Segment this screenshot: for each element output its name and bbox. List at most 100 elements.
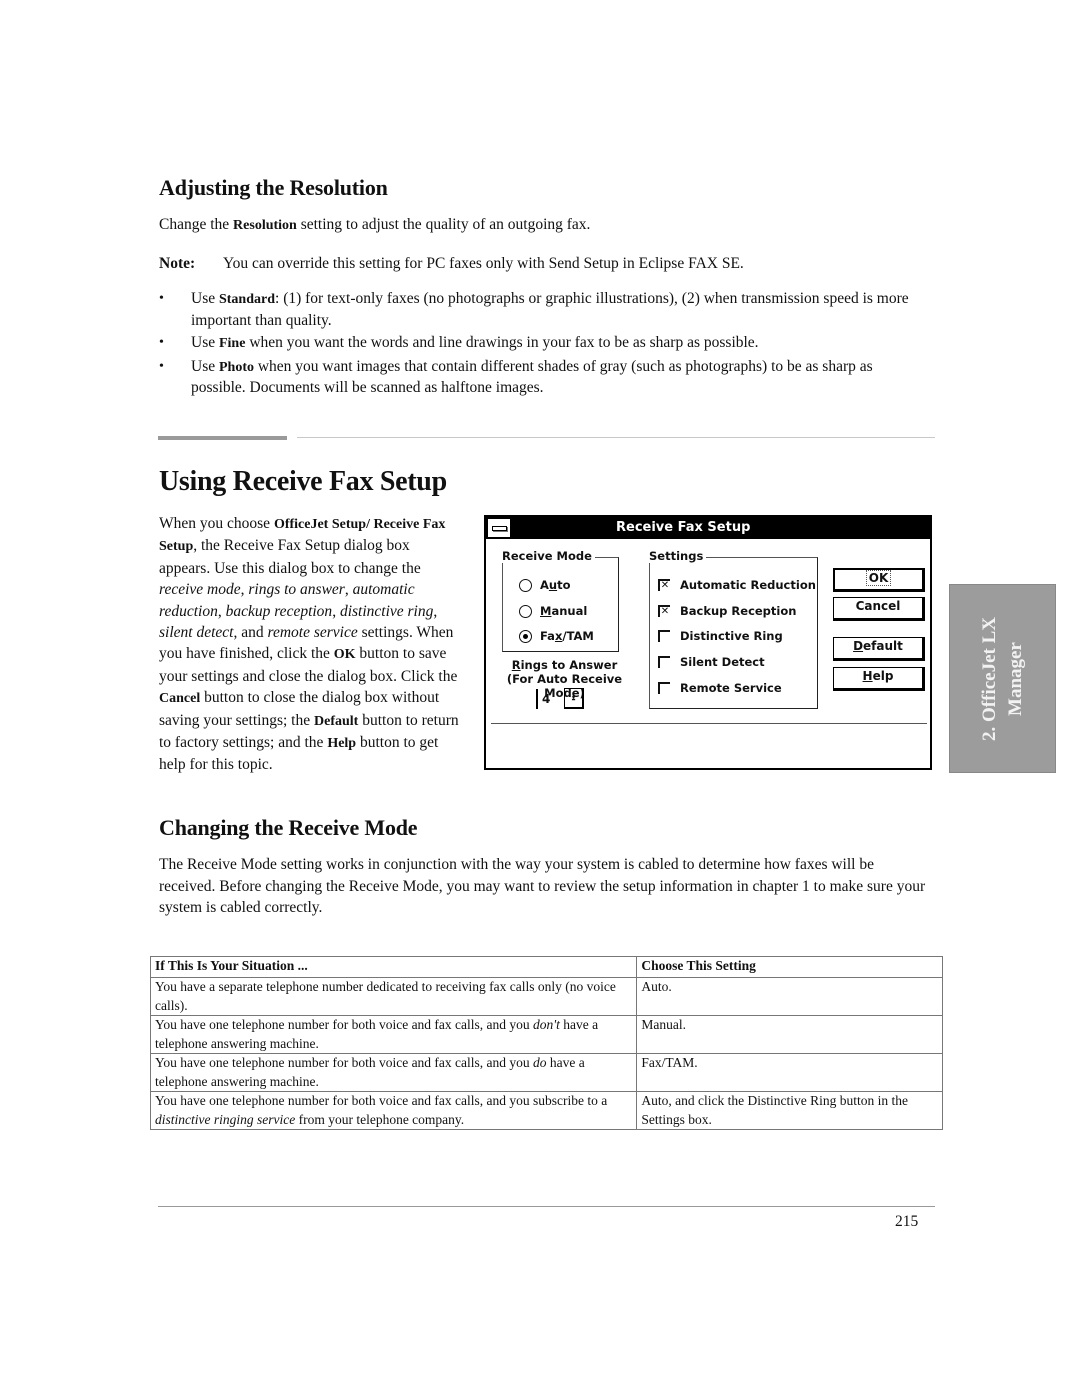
checkbox-checked-icon: ✕ <box>658 579 670 591</box>
receive-mode-paragraph: The Receive Mode setting works in conjun… <box>159 856 926 916</box>
italic-term: silent detect <box>159 624 234 642</box>
default-button[interactable]: Default <box>833 637 925 661</box>
cancel-button[interactable]: Cancel <box>833 597 925 621</box>
settings-group: Settings ✕ Automatic Reduction ✕ Backup … <box>649 549 818 709</box>
checkbox-label: Distinctive Ring <box>680 629 783 643</box>
section-heading-receive-mode: Changing the Receive Mode <box>159 815 418 840</box>
text: , <box>344 581 353 599</box>
ok-button[interactable]: OK <box>833 568 925 592</box>
text: Use <box>191 334 219 351</box>
column-header-situation: If This Is Your Situation ... <box>149 956 638 978</box>
setting-cell: Auto. <box>636 977 943 1016</box>
cancel-label: Cancel <box>855 599 901 613</box>
text: When you choose <box>159 515 274 532</box>
resolution-bullet-list: • Use Standard: (1) for text-only faxes (… <box>159 289 919 401</box>
text: when you want the words and line drawing… <box>245 334 759 351</box>
text: when you want images that contain differ… <box>191 357 873 397</box>
bold-term: Help <box>327 736 357 752</box>
situation-table: If This Is Your Situation ... Choose Thi… <box>149 956 943 1130</box>
chapter-tab: 2. OfficeJet LX Manager <box>949 584 1056 773</box>
page-number: 215 <box>895 1213 919 1230</box>
text: , <box>433 602 438 620</box>
checkbox-icon <box>658 656 670 668</box>
radio-fax-tam[interactable]: Fax/TAM <box>519 629 594 643</box>
column-header-setting: Choose This Setting <box>636 956 943 978</box>
help-label: Help <box>862 669 894 683</box>
bullet-icon: • <box>159 291 164 306</box>
resolution-intro: Change the Resolution setting to adjust … <box>159 214 939 236</box>
italic-term: remote service <box>267 624 358 642</box>
text: , <box>217 602 226 620</box>
situation-cell: You have one telephone number for both v… <box>149 1015 638 1054</box>
setting-cell: Auto, and click the Distinctive Ring but… <box>636 1091 943 1130</box>
checkbox-icon <box>658 682 670 694</box>
footer-rule <box>158 1206 935 1207</box>
radio-manual[interactable]: Manual <box>519 604 587 618</box>
ok-label: OK <box>865 570 892 586</box>
text: Change the <box>159 216 234 233</box>
checkbox-label: Backup Reception <box>680 604 797 618</box>
bullet-icon: • <box>159 335 164 350</box>
checkbox-silent-detect[interactable]: Silent Detect <box>658 655 765 669</box>
checkbox-distinctive-ring[interactable]: Distinctive Ring <box>658 629 783 643</box>
setting-cell: Fax/TAM. <box>636 1053 943 1092</box>
chapter-tab-label: 2. OfficeJet LX Manager <box>977 617 1029 741</box>
section-heading-resolution: Adjusting the Resolution <box>159 175 388 200</box>
chapter-tab-line1: 2. OfficeJet LX <box>978 616 1000 741</box>
section-heading-receive-fax-setup: Using Receive Fax Setup <box>159 466 447 497</box>
dialog-titlebar[interactable]: Receive Fax Setup <box>486 517 930 539</box>
text: , the Receive Fax Setup dialog box appea… <box>159 537 421 577</box>
checkbox-remote-service[interactable]: Remote Service <box>658 681 782 695</box>
text: : (1) for text-only faxes (no photograph… <box>191 290 909 329</box>
note-label: Note: <box>159 255 196 272</box>
receive-setup-paragraph: When you choose OfficeJet Setup/ Receive… <box>159 513 461 776</box>
chapter-tab-line2: Manager <box>1004 641 1026 716</box>
bold-term: Fine <box>218 336 246 351</box>
checkbox-automatic-reduction[interactable]: ✕ Automatic Reduction <box>658 578 816 592</box>
section-rule-thick <box>158 436 287 440</box>
rings-value[interactable]: 4 <box>536 688 564 709</box>
checkbox-icon <box>658 630 670 642</box>
bullet-item-photo: • Use Photo when you want images that con… <box>159 357 919 399</box>
table-row: You have one telephone number for both v… <box>149 1053 943 1092</box>
radio-auto[interactable]: Auto <box>519 578 571 592</box>
radio-selected-icon <box>519 629 532 643</box>
receive-mode-group: Receive Mode Auto Manual Fax/TAM <box>502 549 619 652</box>
bold-term: Cancel <box>159 691 201 707</box>
help-button[interactable]: Help <box>833 667 925 691</box>
bullet-item-standard: • Use Standard: (1) for text-only faxes (… <box>159 289 919 331</box>
radio-label: Manual <box>540 604 588 618</box>
text: Use <box>191 357 219 375</box>
text: Use <box>191 290 219 307</box>
receive-mode-legend: Receive Mode <box>502 549 595 563</box>
settings-legend: Settings <box>649 549 707 563</box>
bold-term: Standard <box>218 292 276 307</box>
text: setting to adjust the quality of an outg… <box>296 216 591 233</box>
checkbox-label: Remote Service <box>680 681 782 695</box>
checkbox-label: Silent Detect <box>680 655 765 669</box>
italic-term: rings to answer <box>248 581 345 599</box>
text: , and <box>233 624 268 642</box>
table-row: You have one telephone number for both v… <box>149 1091 943 1130</box>
bold-term: Photo <box>218 359 254 375</box>
italic-term: receive mode <box>159 581 241 599</box>
bullet-item-fine: • Use Fine when you want the words and li… <box>159 333 919 355</box>
setting-cell: Manual. <box>636 1015 943 1054</box>
table-header-row: If This Is Your Situation ... Choose Thi… <box>149 956 943 978</box>
bold-term: Default <box>314 713 359 729</box>
bold-term: OK <box>333 647 356 663</box>
situation-cell: You have one telephone number for both v… <box>149 1091 638 1130</box>
bullet-icon: • <box>159 358 164 374</box>
note-text: You can override this setting for PC fax… <box>223 255 744 272</box>
rings-to-answer-dropdown[interactable]: 4 ⭳ <box>536 688 584 709</box>
checkbox-label: Automatic Reduction <box>680 578 816 592</box>
dialog-divider <box>491 723 927 724</box>
dialog-title: Receive Fax Setup <box>616 520 751 535</box>
table-row: You have a separate telephone number ded… <box>149 977 943 1016</box>
section-rule-thin <box>297 437 935 438</box>
table-row: You have one telephone number for both v… <box>149 1015 943 1054</box>
situation-cell: You have one telephone number for both v… <box>149 1053 638 1092</box>
radio-label: Fax/TAM <box>540 629 594 643</box>
checkbox-backup-reception[interactable]: ✕ Backup Reception <box>658 604 796 618</box>
dropdown-arrow-icon[interactable]: ⭳ <box>564 688 584 709</box>
